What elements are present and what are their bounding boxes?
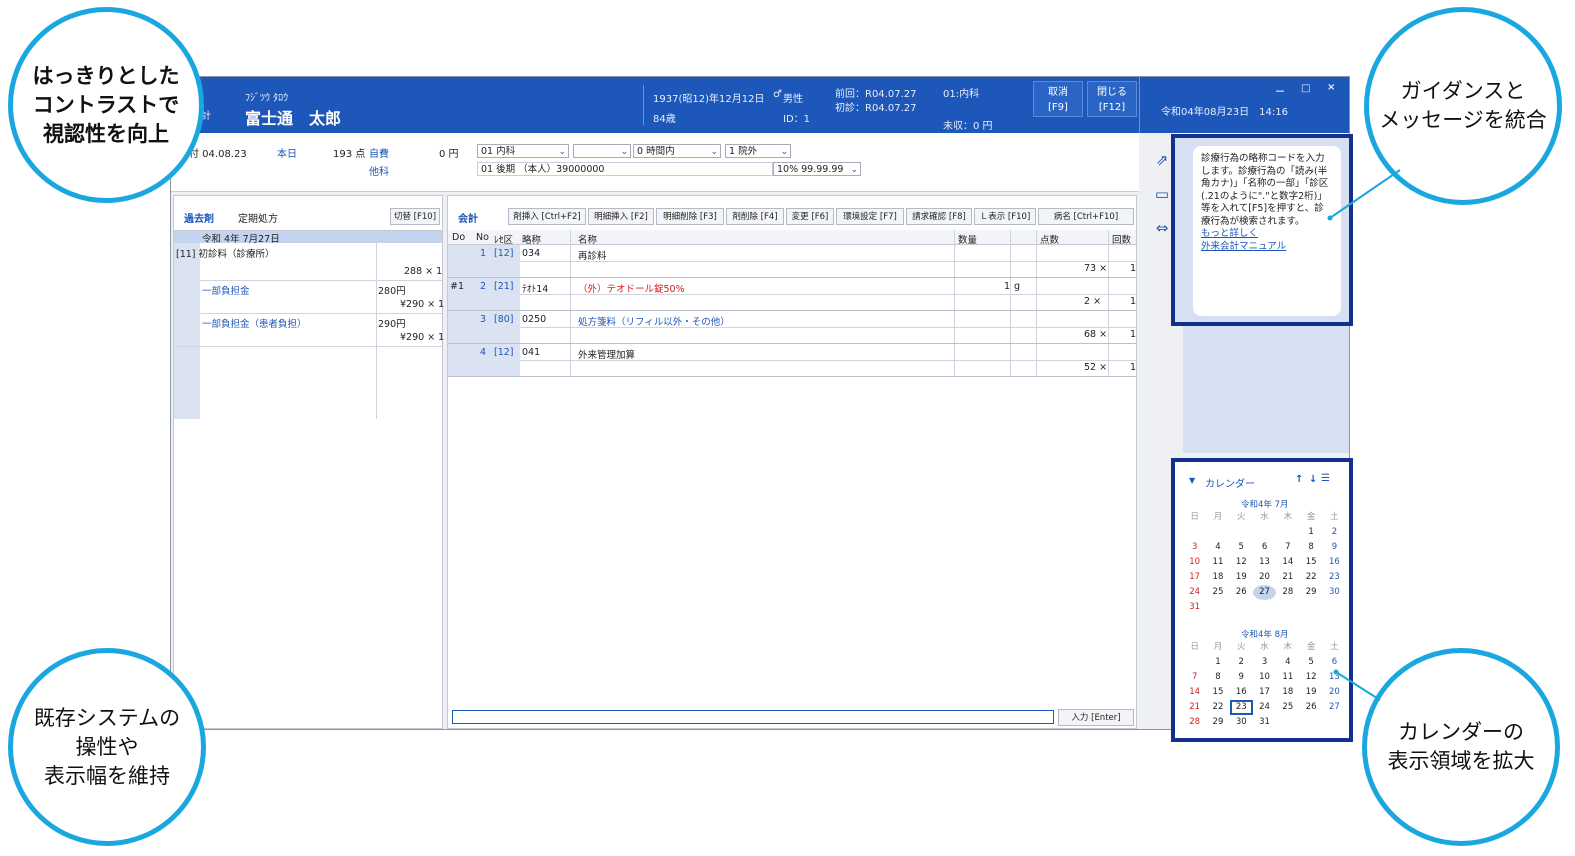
callout-pointers xyxy=(1327,169,1401,701)
